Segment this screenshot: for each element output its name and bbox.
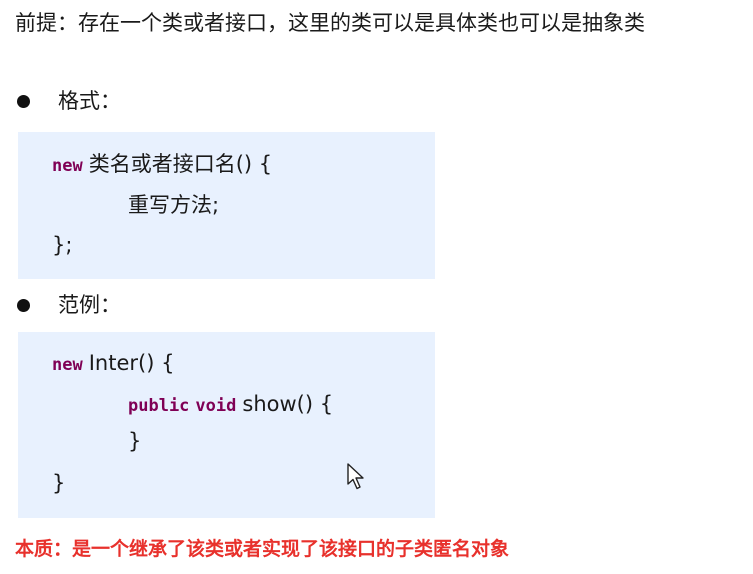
keyword-new: new [52,156,83,176]
example-show: show() { [242,392,334,416]
example-code-line-4: } [52,471,66,495]
example-inter: Inter() { [88,351,175,375]
format-code-box: new 类名或者接口名() { 重写方法; }; [18,132,435,279]
format-bullet-row: 格式： [17,86,121,116]
keyword-new: new [52,355,83,375]
example-label: 范例： [58,293,121,317]
keyword-void: void [195,396,237,416]
format-code-line-2: 重写方法; [128,193,220,217]
example-bullet-row: 范例： [17,290,121,320]
essence-text: 本质：是一个继承了该类或者实现了该接口的子类匿名对象 [15,538,510,560]
format-class-or-interface: 类名或者接口名() { [88,152,273,176]
format-code-line-1: new 类名或者接口名() { [52,149,272,181]
keyword-public: public [128,396,190,416]
example-code-box: new Inter() { public void show() { } } [18,332,435,518]
example-code-line-2: public void show() { [128,389,333,421]
format-code-line-3: }; [52,233,73,257]
mouse-cursor-icon [347,463,364,490]
format-label: 格式： [58,89,121,113]
example-code-line-3: } [128,429,142,453]
premise-text: 前提：存在一个类或者接口，这里的类可以是具体类也可以是抽象类 [15,11,645,35]
bullet-icon [17,94,30,108]
example-code-line-1: new Inter() { [52,348,174,380]
bullet-icon [17,298,30,312]
